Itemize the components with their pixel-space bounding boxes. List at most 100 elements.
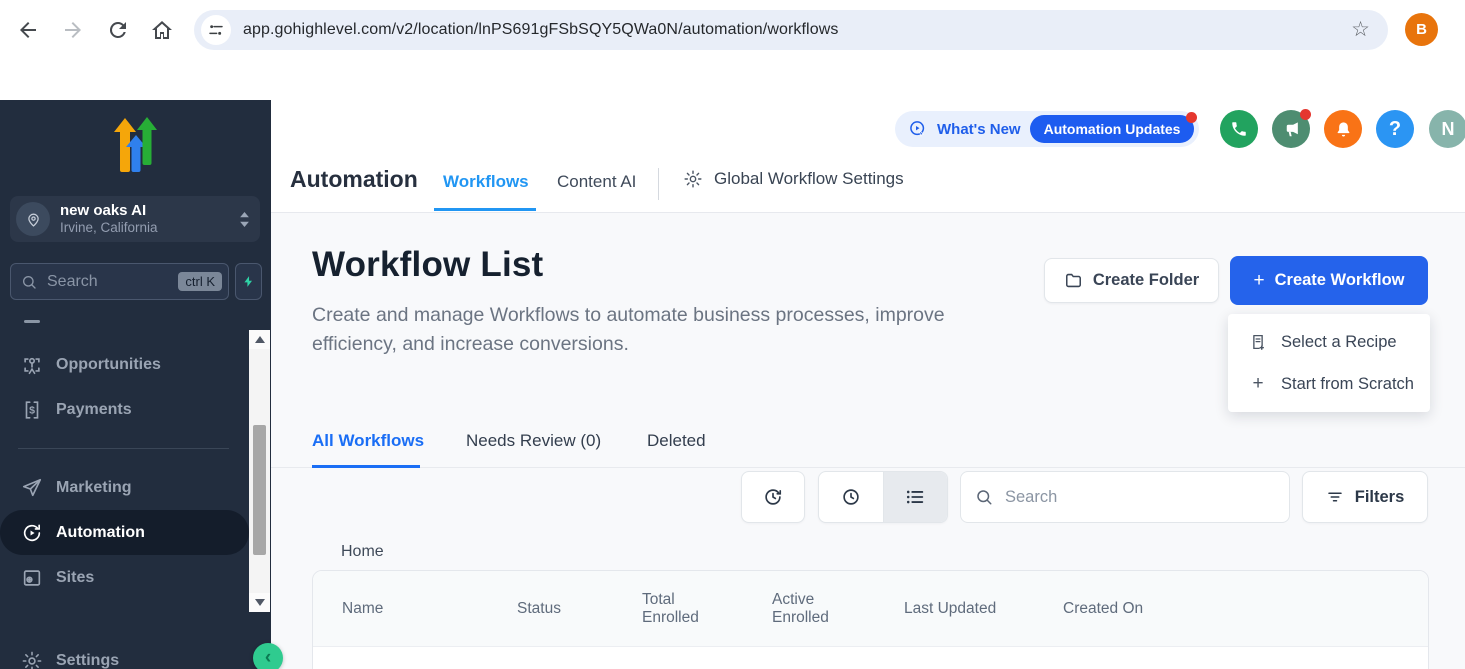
create-folder-button[interactable]: Create Folder [1044,258,1219,303]
scroll-down-arrow[interactable] [249,593,270,612]
active-tab-underline [434,208,536,211]
shortcut-badge: ctrl K [178,272,222,291]
menu-item-label: Select a Recipe [1281,333,1397,352]
sidebar-divider [18,448,229,449]
workflow-search-input[interactable] [1003,487,1275,508]
sidebar-item-automation[interactable]: Automation [0,510,249,555]
tab-all-workflows[interactable]: All Workflows [312,431,424,451]
whats-new-label[interactable]: What's New [937,121,1021,138]
sidebar-scrollbar[interactable] [249,330,270,612]
automation-updates-label: Automation Updates [1044,121,1181,137]
forward-icon[interactable] [61,18,85,42]
gear-icon [21,650,43,669]
page-header: What's New Automation Updates ? N Automa… [271,100,1465,213]
timeline-view-button[interactable] [819,472,883,522]
table-header-row: Name Status Total Enrolled Active Enroll… [313,571,1428,647]
automation-icon [21,522,43,544]
main-area: What's New Automation Updates ? N Automa… [271,100,1465,669]
chevron-up-down-icon[interactable] [239,212,250,227]
location-pin-icon [16,202,50,236]
opportunities-icon [21,354,43,376]
clock-icon [840,486,862,508]
reload-icon[interactable] [106,18,130,42]
create-workflow-button[interactable]: + Create Workflow [1230,256,1428,305]
page-title: Automation [290,166,418,193]
column-header-name: Name [342,600,517,618]
address-bar[interactable]: app.gohighlevel.com/v2/location/lnPS691g… [194,10,1388,50]
global-workflow-settings-link[interactable]: Global Workflow Settings [683,169,904,189]
scrollbar-thumb[interactable] [253,425,266,555]
user-avatar[interactable]: N [1429,110,1465,148]
menu-item-select-recipe[interactable]: Select a Recipe [1228,321,1430,363]
history-clock-icon [762,486,784,508]
back-icon[interactable] [16,18,40,42]
history-button[interactable] [741,471,805,523]
section-title: Workflow List [312,245,543,285]
sites-icon [21,567,43,589]
sidebar-collapse-button[interactable]: ‹ [253,643,283,669]
sidebar-item-label: Marketing [56,479,132,497]
sidebar-item-opportunities[interactable]: Opportunities [0,342,249,387]
list-view-button[interactable] [884,472,948,522]
plus-icon: + [1254,270,1265,292]
column-header-status: Status [517,600,642,618]
menu-item-start-from-scratch[interactable]: + Start from Scratch [1228,363,1430,405]
global-workflow-settings-label: Global Workflow Settings [714,169,904,189]
tab-workflows[interactable]: Workflows [443,172,529,192]
url-text[interactable]: app.gohighlevel.com/v2/location/lnPS691g… [243,21,838,39]
announcements-button[interactable] [1272,110,1310,148]
sidebar-menu: Opportunities $ Payments Marketing [0,342,249,600]
recipe-icon [1249,333,1267,351]
whats-new-pill[interactable]: What's New Automation Updates [895,111,1199,147]
gear-icon [683,169,703,189]
automation-updates-badge[interactable]: Automation Updates [1030,115,1195,143]
sidebar-search[interactable]: ctrl K [10,263,229,300]
help-button[interactable]: ? [1376,110,1414,148]
payments-icon: $ [21,399,43,421]
home-icon[interactable] [150,18,174,42]
sidebar-search-input[interactable] [45,272,178,292]
scroll-up-arrow[interactable] [249,330,270,349]
sidebar-item-label: Payments [56,401,132,419]
quick-actions-button[interactable] [235,263,262,300]
filter-icon [1326,488,1344,506]
tab-content-ai[interactable]: Content AI [557,172,636,192]
site-settings-icon[interactable] [201,15,231,45]
account-name: new oaks AI [60,202,239,221]
workflow-search[interactable] [960,471,1290,523]
tab-deleted[interactable]: Deleted [647,431,706,451]
notification-dot [1300,109,1311,120]
bookmarks-bar: All Bookmarks [0,60,1465,100]
megaphone-icon [1282,120,1301,139]
paper-plane-icon [21,477,43,499]
create-workflow-dropdown: Select a Recipe + Start from Scratch [1228,314,1430,412]
folder-icon [1064,271,1083,290]
tab-needs-review[interactable]: Needs Review (0) [466,431,601,451]
filters-button[interactable]: Filters [1302,471,1428,523]
sidebar-item-label: Sites [56,569,94,587]
header-divider [658,168,659,200]
bell-icon [1334,120,1353,139]
sidebar-item-marketing[interactable]: Marketing [0,465,249,510]
create-workflow-label: Create Workflow [1275,271,1405,290]
breadcrumb[interactable]: Home [341,543,384,561]
sidebar-item-label: Automation [56,524,145,542]
create-folder-label: Create Folder [1093,271,1199,290]
browser-profile-avatar[interactable]: B [1405,13,1438,46]
workflow-tabs: All Workflows Needs Review (0) Deleted [271,418,1465,468]
sidebar: new oaks AI Irvine, California ctrl K [0,100,271,669]
active-tab-underline [312,465,420,468]
section-subtitle: Create and manage Workflows to automate … [312,301,1012,360]
bookmark-star-icon[interactable]: ☆ [1351,17,1370,42]
search-icon [21,274,37,290]
sidebar-item-sites[interactable]: Sites [0,555,249,600]
phone-button[interactable] [1220,110,1258,148]
column-header-created-on: Created On [1063,600,1143,618]
account-switcher[interactable]: new oaks AI Irvine, California [10,196,260,242]
notifications-button[interactable] [1324,110,1362,148]
sidebar-item-settings[interactable]: Settings [0,638,249,669]
view-mode-toggle [818,471,948,523]
workflow-list-page: Workflow List Create and manage Workflow… [271,213,1465,669]
app-window: app.gohighlevel.com/v2/location/lnPS691g… [0,0,1465,669]
sidebar-item-payments[interactable]: $ Payments [0,387,249,432]
